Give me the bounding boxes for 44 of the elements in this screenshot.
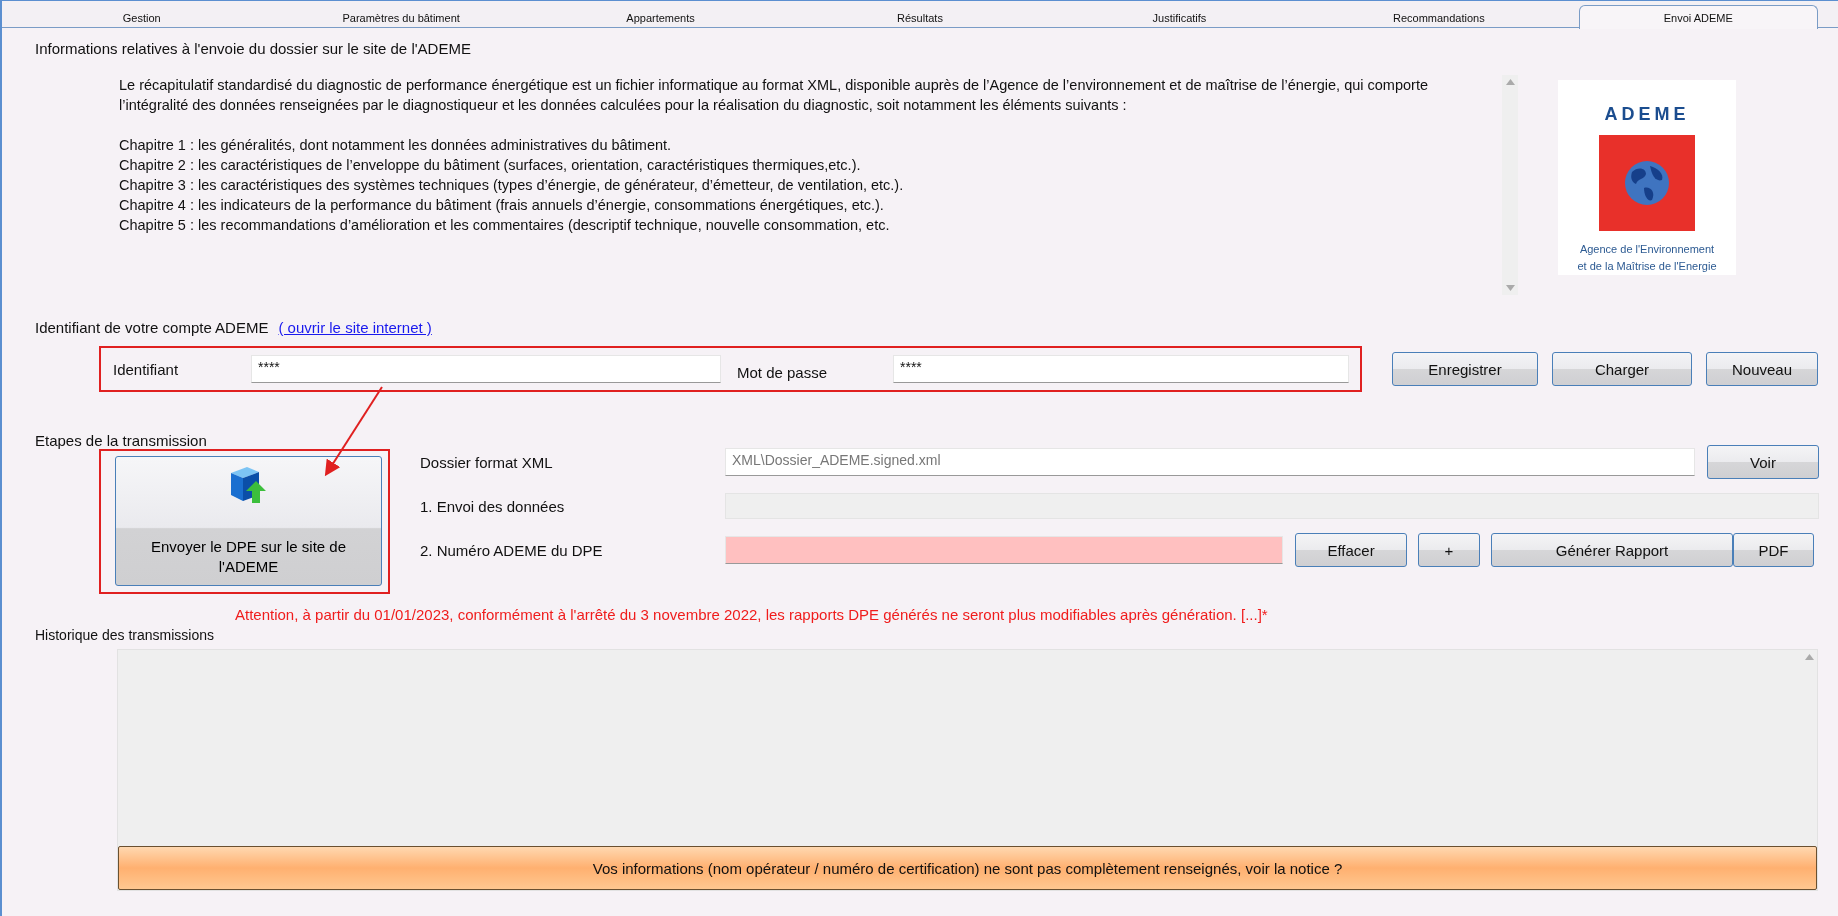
section-title: Etapes de la transmission (35, 432, 208, 449)
tab[interactable]: Paramètres du bâtiment (271, 7, 531, 28)
username-field[interactable]: **** (251, 355, 721, 383)
scrollbar[interactable] (1502, 75, 1518, 295)
section-title: Historique des transmissions (35, 627, 215, 643)
scroll-up-icon[interactable] (1804, 654, 1814, 660)
tab[interactable]: Gestion (12, 7, 272, 28)
scroll-down-icon[interactable] (1505, 285, 1515, 291)
logo-caption: et de la Maîtrise de l'Energie (1577, 259, 1717, 274)
field-label: 2. Numéro ADEME du DPE (420, 541, 604, 559)
field-label: Dossier format XML (420, 453, 554, 471)
website-link[interactable]: ( ouvrir le site internet ) (278, 319, 432, 336)
tab[interactable]: Résultats (790, 7, 1050, 28)
logo-caption: Agence de l'Environnement (1579, 242, 1715, 257)
action-button[interactable]: Enregistrer (1392, 352, 1538, 386)
chapter-line: Chapitre 4 : les indicateurs de la performance du bâtiment (frais annuels d’énergie, consommations énergétiques, etc.). (119, 196, 885, 215)
action-button[interactable]: Générer Rapport (1491, 533, 1733, 567)
action-button[interactable]: PDF (1733, 533, 1814, 567)
tab[interactable]: Appartements (530, 7, 791, 28)
dpe-number-field[interactable] (725, 536, 1283, 564)
chapter-line: Chapitre 1 : les généralités, dont notamment les données administratives du bâtiment. (119, 136, 673, 155)
field-label: Identifiant (113, 360, 180, 378)
globe-icon (1624, 160, 1670, 206)
action-button[interactable]: Charger (1552, 352, 1692, 386)
description-text: Le récapitulatif standardisé du diagnostic de performance énergétique est un fichier informatique au format XML, disponible auprès de l’Agence de l’environnement et de maîtrise de l’énergie, qui comporte l’intégralité des données renseignées par le diagnostiqueur et les données calculées pour la réalisation du diagnostic, soit notamment les éléments suivants : (119, 76, 1429, 115)
scroll-up-icon[interactable] (1505, 79, 1515, 85)
notice-banner[interactable]: Vos informations (nom opérateur / numéro de certification) ne sont pas complètement renseignés, voir la notice ? (118, 846, 1817, 890)
chapter-line: Chapitre 3 : les caractéristiques des systèmes techniques (types d’énergie, de générateur, d’émetteur, de ventilation, etc.). (119, 176, 905, 195)
action-button[interactable]: + (1418, 533, 1480, 567)
tab[interactable]: Envoi ADEME (1578, 5, 1818, 29)
section-title: Identifiant de votre compte ADEME (35, 319, 269, 336)
password-field[interactable]: **** (893, 355, 1349, 383)
logo-name: ADEME (1604, 104, 1690, 125)
action-button[interactable]: Effacer (1295, 533, 1407, 567)
warning-text: Attention, à partir du 01/01/2023, conformément à l'arrêté du 3 novembre 2022, les rapports DPE générés ne seront plus modifiables après génération. [...]* (235, 606, 1269, 623)
tab[interactable]: Justificatifs (1049, 7, 1310, 28)
field-label: Mot de passe (737, 363, 829, 381)
field-label: 1. Envoi des données (420, 497, 566, 515)
tab[interactable]: Recommandations (1309, 7, 1569, 28)
action-button[interactable]: Nouveau (1706, 352, 1818, 386)
chapter-line: Chapitre 5 : les recommandations d’amélioration et les commentaires (descriptif technique, nouvelle consommation, etc. (119, 216, 891, 235)
section-title: Informations relatives à l'envoie du dossier sur le site de l'ADEME (35, 40, 472, 57)
chapter-line: Chapitre 2 : les caractéristiques de l’enveloppe du bâtiment (surfaces, orientation, caractéristiques thermiques,etc.). (119, 156, 862, 175)
send-button[interactable]: Envoyer le DPE sur le site de l'ADEME (115, 456, 382, 586)
